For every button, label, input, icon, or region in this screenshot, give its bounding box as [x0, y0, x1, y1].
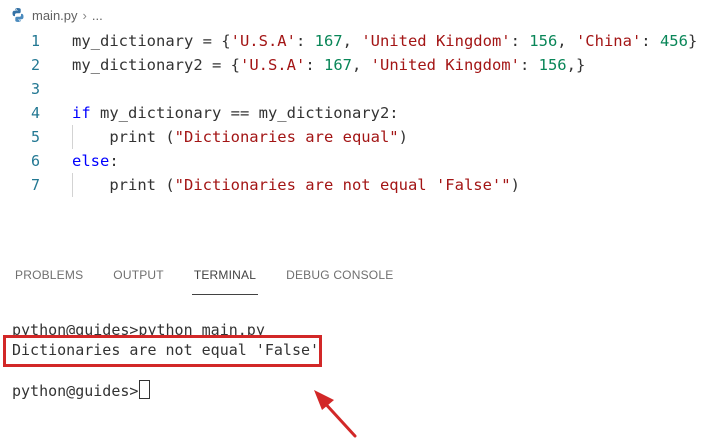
code-token: "Dictionaries are equal": [174, 128, 399, 146]
code-token: my_dictionary2 = {: [72, 56, 240, 74]
line-number: 1: [30, 32, 40, 50]
breadcrumb: main.py › ...: [10, 3, 103, 27]
code-token: else: [72, 152, 110, 170]
panel-tab-bar: PROBLEMS OUTPUT TERMINAL DEBUG CONSOLE: [0, 262, 726, 296]
code-text: if my_dictionary == my_dictionary2:: [72, 101, 399, 125]
code-token: }: [687, 32, 698, 50]
code-token: ,: [557, 32, 576, 50]
code-token: ): [398, 128, 408, 146]
code-token: :: [519, 56, 539, 74]
code-token: 'U.S.A': [239, 56, 306, 74]
breadcrumb-separator: ›: [82, 7, 87, 23]
annotation-highlight-box: [3, 335, 322, 367]
code-line: 3: [0, 77, 726, 101]
code-token: 'China': [575, 32, 642, 50]
code-line: 5 print ("Dictionaries are equal"): [0, 125, 726, 149]
code-line: 2 my_dictionary2 = {'U.S.A': 167, 'United…: [0, 53, 726, 77]
breadcrumb-ellipsis[interactable]: ...: [92, 8, 103, 23]
code-token: 'United Kingdom': [370, 56, 520, 74]
code-token: print (: [72, 176, 175, 194]
code-editor[interactable]: 1 my_dictionary = {'U.S.A': 167, 'United …: [0, 29, 726, 201]
code-token: if: [72, 104, 91, 122]
code-line: 1 my_dictionary = {'U.S.A': 167, 'United …: [0, 29, 726, 53]
line-number: 4: [30, 104, 40, 122]
code-token: 'United Kingdom': [361, 32, 511, 50]
code-text: print ("Dictionaries are not equal 'Fals…: [72, 173, 520, 197]
terminal-prompt: python@guides>: [12, 382, 139, 400]
line-number: 5: [30, 128, 40, 146]
code-token: :: [641, 32, 660, 50]
code-token: my_dictionary = {: [72, 32, 231, 50]
code-token: ): [510, 176, 520, 194]
code-token: :: [109, 152, 119, 170]
line-number: 7: [30, 176, 40, 194]
code-line: 7 print ("Dictionaries are not equal 'Fa…: [0, 173, 726, 197]
tab-problems[interactable]: PROBLEMS: [15, 262, 83, 296]
terminal-cursor: [139, 380, 151, 399]
annotation-arrow-icon: [314, 390, 357, 438]
code-line: 6 else:: [0, 149, 726, 173]
code-token: 167: [314, 32, 343, 50]
code-token: ,}: [566, 56, 586, 74]
code-token: :: [295, 32, 315, 50]
code-token: print (: [72, 128, 175, 146]
breadcrumb-file[interactable]: main.py: [32, 8, 78, 23]
line-number: 6: [30, 152, 40, 170]
code-text: else:: [72, 149, 119, 173]
line-number: 2: [30, 56, 40, 74]
code-text: my_dictionary2 = {'U.S.A': 167, 'United …: [72, 53, 585, 77]
code-token: 156: [538, 56, 567, 74]
line-number: 3: [30, 80, 40, 98]
code-token: 156: [529, 32, 558, 50]
code-text: my_dictionary = {'U.S.A': 167, 'United K…: [72, 29, 697, 53]
code-token: :: [510, 32, 530, 50]
code-line: 4 if my_dictionary == my_dictionary2:: [0, 101, 726, 125]
code-token: my_dictionary == my_dictionary2:: [90, 104, 399, 122]
python-file-icon: [12, 8, 24, 22]
tab-output[interactable]: OUTPUT: [113, 262, 164, 296]
code-token: 456: [659, 32, 688, 50]
terminal-prompt-line: python@guides>: [12, 380, 151, 400]
code-token: "Dictionaries are not equal 'False'": [174, 176, 511, 194]
code-token: ,: [351, 56, 371, 74]
code-text: print ("Dictionaries are equal"): [72, 125, 408, 149]
code-token: ,: [342, 32, 362, 50]
code-token: 167: [323, 56, 352, 74]
tab-terminal[interactable]: TERMINAL: [191, 262, 259, 296]
code-token: 'U.S.A': [230, 32, 296, 50]
code-token: :: [305, 56, 324, 74]
tab-debug-console[interactable]: DEBUG CONSOLE: [286, 262, 393, 296]
